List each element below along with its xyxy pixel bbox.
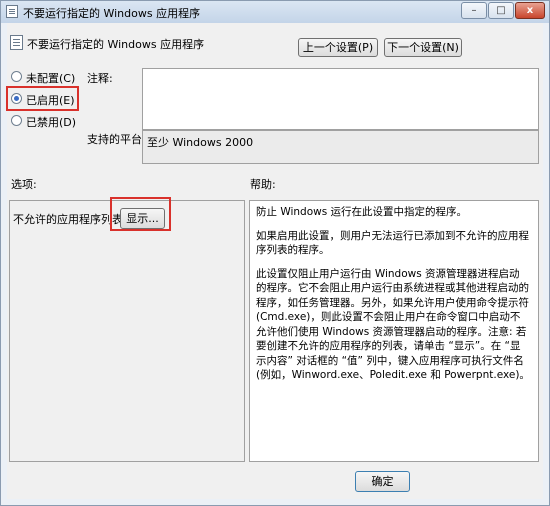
policy-title: 不要运行指定的 Windows 应用程序 <box>27 38 205 51</box>
policy-setting-icon <box>10 35 23 50</box>
radio-not-configured[interactable]: 未配置(C) <box>11 69 91 85</box>
radio-label: 已禁用(D) <box>26 116 77 129</box>
policy-document-icon <box>6 5 18 18</box>
next-setting-button[interactable]: 下一个设置(N) <box>384 38 462 57</box>
radio-disabled[interactable]: 已禁用(D) <box>11 113 91 129</box>
show-button-highlight-box <box>110 197 171 231</box>
close-button[interactable]: x <box>515 2 545 19</box>
platform-label: 支持的平台: <box>87 133 146 146</box>
enabled-highlight-box <box>6 86 79 111</box>
comment-label: 注释: <box>87 72 113 85</box>
title-bar[interactable]: 不要运行指定的 Windows 应用程序 – □ x <box>1 1 549 23</box>
help-paragraph: 此设置仅阻止用户运行由 Windows 资源管理器进程启动的程序。它不会阻止用户… <box>256 267 530 382</box>
help-panel: 防止 Windows 运行在此设置中指定的程序。 如果启用此设置，则用户无法运行… <box>249 200 539 462</box>
platform-field: 至少 Windows 2000 <box>142 130 539 164</box>
minimize-button[interactable]: – <box>461 2 487 19</box>
options-panel: 不允许的应用程序列表 显示... <box>9 200 245 462</box>
radio-circle[interactable] <box>11 71 22 82</box>
help-label: 帮助: <box>250 178 276 191</box>
maximize-button[interactable]: □ <box>488 2 514 19</box>
options-label: 选项: <box>11 178 37 191</box>
radio-circle[interactable] <box>11 115 22 126</box>
help-paragraph: 防止 Windows 运行在此设置中指定的程序。 <box>256 206 468 218</box>
dialog-content: 不要运行指定的 Windows 应用程序 上一个设置(P) 下一个设置(N) 未… <box>6 23 543 499</box>
help-paragraph: 如果启用此设置，则用户无法运行已添加到不允许的应用程序列表的程序。 <box>256 229 529 257</box>
window-title: 不要运行指定的 Windows 应用程序 <box>23 7 201 20</box>
radio-label: 未配置(C) <box>26 72 76 85</box>
disallowed-apps-label: 不允许的应用程序列表 <box>13 213 123 226</box>
ok-button[interactable]: 确定 <box>355 471 410 492</box>
previous-setting-button[interactable]: 上一个设置(P) <box>298 38 378 57</box>
platform-value: 至少 Windows 2000 <box>147 136 254 149</box>
comment-textarea[interactable] <box>142 68 539 130</box>
policy-dialog-window: 不要运行指定的 Windows 应用程序 – □ x 不要运行指定的 Windo… <box>0 0 550 506</box>
